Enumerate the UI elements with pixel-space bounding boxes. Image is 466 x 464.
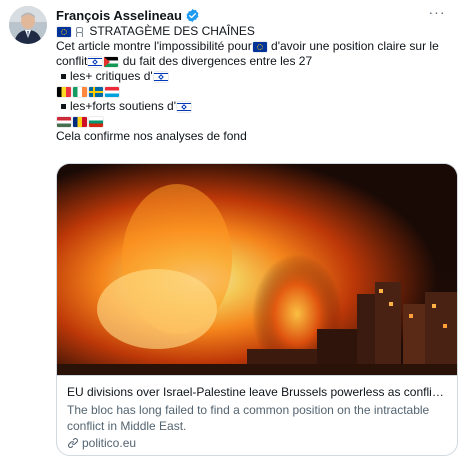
tweet-headline: STRATAGÈME DES CHAÎNES: [86, 24, 255, 38]
card-title[interactable]: EU divisions over Israel-Palestine leave…: [67, 384, 449, 400]
card-text: EU divisions over Israel-Palestine leave…: [67, 384, 449, 451]
card-divider: [57, 375, 457, 376]
tweet-line: STRATAGÈME DES CHAÎNES: [56, 24, 456, 39]
bullet-icon: [61, 74, 66, 79]
tweet-line: Cet article montre l'impossibilité pour …: [56, 39, 456, 54]
card-domain-row: politico.eu: [67, 435, 449, 451]
tweet-text-fragment: d'avoir une position claire sur le: [267, 39, 439, 53]
israel-flag-icon: [88, 56, 103, 67]
israel-flag-icon: [153, 71, 168, 82]
tweet-line: [56, 114, 456, 129]
tweet-text: STRATAGÈME DES CHAÎNES Cet article montr…: [56, 24, 456, 144]
avatar[interactable]: [9, 6, 47, 44]
tweet-line: conflit du fait des divergences entre le…: [56, 54, 456, 69]
author-name[interactable]: François Asselineau: [56, 8, 182, 23]
luxembourg-flag-icon: [105, 86, 119, 97]
tweet-line: [56, 84, 456, 99]
tweet-line: Cela confirme nos analyses de fond: [56, 129, 456, 144]
link-preview-card[interactable]: EU divisions over Israel-Palestine leave…: [56, 163, 458, 456]
article-image[interactable]: [57, 164, 457, 375]
chains-icon: [73, 26, 85, 37]
card-description: The bloc has long failed to find a commo…: [67, 403, 430, 433]
tweet: François Asselineau ··· STRATAGÈME DES C…: [0, 0, 466, 464]
bullet-icon: [61, 104, 66, 109]
tweet-header: François Asselineau: [56, 6, 200, 24]
tweet-text-fragment: conflit: [56, 54, 88, 68]
belgium-flag-icon: [57, 86, 71, 97]
ireland-flag-icon: [73, 86, 87, 97]
bulgaria-flag-icon: [89, 116, 103, 127]
hungary-flag-icon: [57, 116, 71, 127]
tweet-line: les+forts soutiens d': [56, 99, 456, 114]
palestine-flag-icon: [104, 56, 119, 67]
link-icon: [68, 438, 78, 448]
tweet-text-fragment: du fait des divergences entre les 27: [119, 54, 313, 68]
eu-flag-icon: [252, 41, 267, 52]
more-options-icon[interactable]: ···: [428, 5, 446, 19]
romania-flag-icon: [73, 116, 87, 127]
tweet-text-fragment: Cela confirme nos analyses de fond: [56, 129, 247, 143]
verified-badge-icon: [185, 8, 200, 23]
eu-flag-icon: [57, 26, 71, 37]
card-domain[interactable]: politico.eu: [82, 435, 136, 451]
tweet-text-fragment: les+forts soutiens d': [70, 99, 177, 113]
tweet-text-fragment: Cet article montre l'impossibilité pour: [56, 39, 252, 53]
sweden-flag-icon: [89, 86, 103, 97]
israel-flag-icon: [177, 101, 192, 112]
tweet-line: les+ critiques d': [56, 69, 456, 84]
tweet-text-fragment: les+ critiques d': [70, 69, 153, 83]
